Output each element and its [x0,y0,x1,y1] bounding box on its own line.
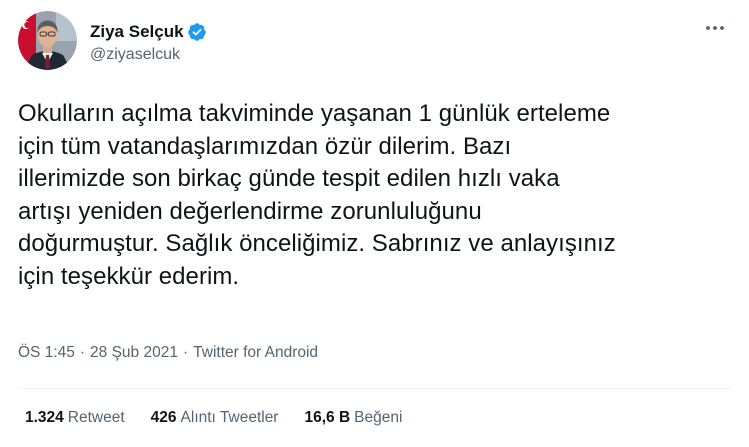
stat-label: Beğeni [354,409,403,426]
more-options-button[interactable] [701,18,729,38]
display-name[interactable]: Ziya Selçuk [90,22,184,42]
meta-separator: · [182,344,189,361]
tweet-source[interactable]: Twitter for Android [193,344,318,362]
stat-label: Alıntı Tweetler [180,409,279,426]
tweet-text: Okulların açılma takviminde yaşanan 1 gü… [18,100,616,290]
divider [18,388,731,389]
profile-photo [18,11,77,70]
user-names: Ziya Selçuk @ziyaselcuk [90,21,207,64]
quote-tweet-count[interactable]: 426 Alıntı Tweetler [151,409,279,427]
user-handle[interactable]: @ziyaselcuk [90,46,207,64]
tweet-stats: 1.324 Retweet 426 Alıntı Tweetler 16,6 B… [25,409,428,427]
retweet-count[interactable]: 1.324 Retweet [25,409,125,427]
stat-number: 426 [150,409,177,426]
tweet-card: Ziya Selçuk @ziyaselcuk Okulların açılma… [0,0,749,447]
tweet-date[interactable]: 28 Şub 2021 [90,344,178,362]
tweet-meta: ÖS 1:45 · 28 Şub 2021 · Twitter for Andr… [18,344,318,362]
stat-label: Retweet [67,409,125,426]
tweet-time[interactable]: ÖS 1:45 [18,344,75,362]
tweet-header: Ziya Selçuk @ziyaselcuk [18,11,207,70]
meta-separator: · [79,344,86,361]
like-count[interactable]: 16,6 B Beğeni [304,409,402,427]
verified-badge-icon [187,22,207,42]
stat-number: 1.324 [25,409,64,426]
avatar[interactable] [18,11,77,70]
more-options-icon [706,26,724,30]
stat-number: 16,6 B [304,409,351,426]
name-row: Ziya Selçuk [90,21,207,43]
